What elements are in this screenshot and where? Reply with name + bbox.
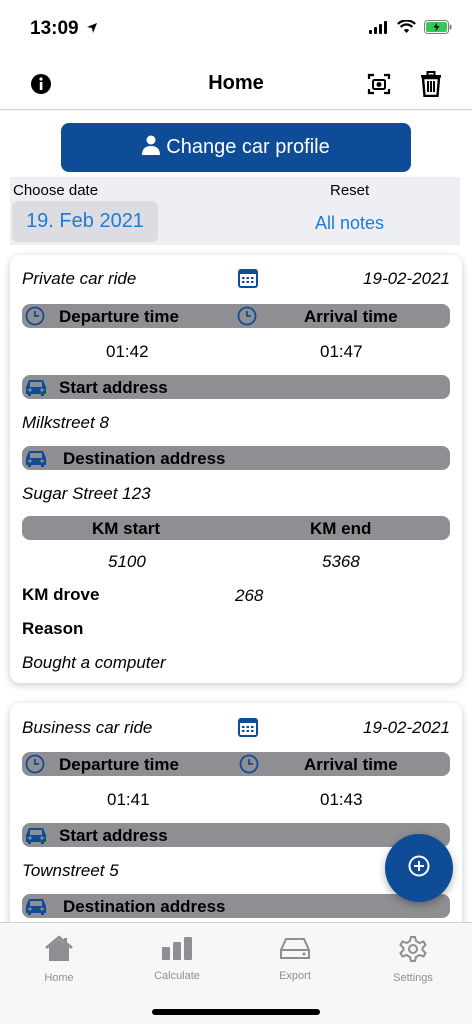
departure-time-label: Departure time: [59, 307, 179, 326]
destination-address-bar: Destination address: [22, 446, 450, 470]
home-icon: [44, 935, 74, 967]
start-address-bar: Start address: [22, 823, 450, 847]
all-notes-button[interactable]: All notes: [315, 213, 384, 234]
tab-calculate[interactable]: Calculate: [127, 935, 227, 982]
date-filter: Choose date 19. Feb 2021 Reset All notes: [10, 177, 460, 245]
car-icon: [24, 824, 48, 851]
home-indicator: [152, 1009, 320, 1015]
clock-icon: [237, 306, 257, 331]
start-address-bar: Start address: [22, 375, 450, 399]
ride-type: Private car ride: [22, 269, 137, 288]
wifi-icon: [397, 19, 416, 39]
reason-label: Reason: [22, 619, 84, 638]
tab-export[interactable]: Export: [245, 935, 345, 982]
time-header-bar: Departure time Arrival time: [22, 752, 450, 776]
arrival-time-label: Arrival time: [304, 755, 398, 774]
clock-icon: [239, 754, 259, 779]
km-end-value: 5368: [322, 552, 360, 571]
arrival-time-value: 01:47: [320, 342, 363, 361]
bar-chart-icon: [160, 937, 194, 965]
ride-card[interactable]: Private car ride 19-02-2021 Departure ti…: [10, 255, 462, 683]
km-start-value: 5100: [108, 552, 146, 571]
km-start-label: KM start: [92, 519, 161, 538]
ride-date: 19-02-2021: [363, 718, 450, 737]
add-ride-button[interactable]: [385, 834, 453, 902]
change-car-profile-button[interactable]: Change car profile: [61, 123, 411, 172]
camera-scan-icon[interactable]: [367, 72, 391, 101]
departure-time-value: 01:41: [107, 790, 150, 809]
departure-time-label: Departure time: [59, 755, 179, 774]
start-address-label: Start address: [59, 826, 168, 845]
page-title: Home: [208, 72, 264, 94]
trash-icon[interactable]: [420, 71, 442, 102]
arrival-time-label: Arrival time: [304, 307, 398, 326]
km-drove-value: 268: [235, 586, 264, 605]
location-arrow-icon: [86, 21, 98, 39]
drive-icon: [279, 938, 311, 965]
time-header-bar: Departure time Arrival time: [22, 304, 450, 328]
destination-address-value: Sugar Street 123: [22, 484, 151, 503]
km-end-label: KM end: [310, 519, 372, 538]
status-time: 13:09: [30, 18, 79, 39]
plus-circle-icon: [408, 855, 430, 882]
battery-icon: [424, 20, 452, 39]
destination-address-bar: Destination address: [22, 894, 450, 918]
tab-home[interactable]: Home: [9, 935, 109, 984]
start-address-value: Milkstreet 8: [22, 413, 109, 432]
gear-icon: [399, 936, 427, 967]
status-icons: [369, 19, 452, 39]
ride-date: 19-02-2021: [363, 269, 450, 288]
calendar-icon[interactable]: [238, 717, 258, 742]
tab-label: Home: [44, 972, 74, 984]
clock-icon: [25, 754, 45, 779]
ride-type: Business car ride: [22, 718, 153, 737]
start-address-label: Start address: [59, 378, 168, 397]
start-address-value: Townstreet 5: [22, 861, 119, 880]
reset-label: Reset: [330, 182, 370, 199]
departure-time-value: 01:42: [106, 342, 149, 361]
car-icon: [24, 447, 48, 474]
tab-label: Settings: [393, 972, 433, 984]
arrival-time-value: 01:43: [320, 790, 363, 809]
status-bar: 13:09: [0, 0, 472, 58]
tab-label: Calculate: [154, 970, 200, 982]
tab-settings[interactable]: Settings: [363, 935, 463, 984]
tab-bar: Home Calculate Export Settings: [0, 922, 472, 1024]
choose-date-label: Choose date: [13, 182, 99, 199]
reason-value: Bought a computer: [22, 653, 166, 672]
destination-address-label: Destination address: [63, 897, 226, 916]
signal-icon: [369, 20, 389, 39]
change-car-profile-label: Change car profile: [166, 136, 330, 158]
main-content[interactable]: Change car profile Choose date 19. Feb 2…: [0, 111, 472, 922]
km-header-bar: KM start KM end: [22, 516, 450, 540]
tab-label: Export: [279, 970, 311, 982]
nav-bar: Home: [0, 58, 472, 110]
car-icon: [24, 376, 48, 403]
destination-address-label: Destination address: [63, 449, 226, 468]
date-picker-button[interactable]: 19. Feb 2021: [12, 201, 158, 242]
calendar-icon[interactable]: [238, 268, 258, 293]
clock-icon: [25, 306, 45, 331]
car-icon: [24, 895, 48, 922]
user-icon: [142, 135, 161, 161]
km-drove-label: KM drove: [22, 585, 100, 604]
